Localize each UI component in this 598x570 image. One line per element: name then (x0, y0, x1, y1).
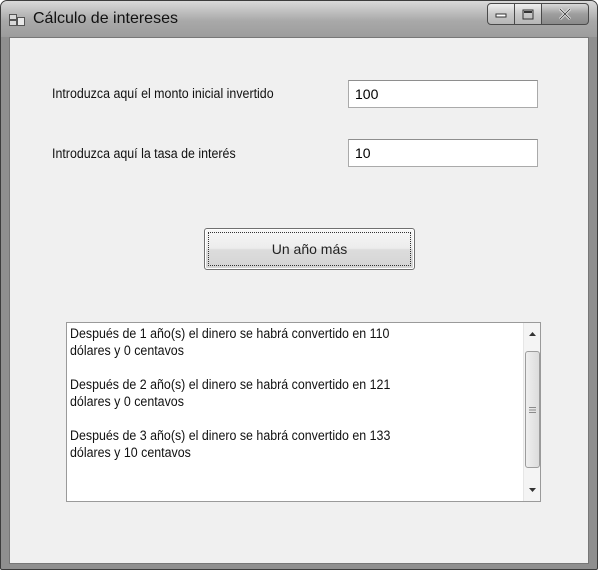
maximize-button[interactable] (515, 3, 542, 25)
list-item[interactable] (70, 359, 475, 376)
form-client-area: Introduzca aquí el monto inicial inverti… (9, 37, 589, 564)
app-window: Cálculo de intereses Introduzca aquí el … (0, 0, 598, 570)
list-item[interactable]: Después de 3 año(s) el dinero se habrá c… (70, 427, 475, 444)
monto-label: Introduzca aquí el monto inicial inverti… (52, 86, 274, 101)
scroll-up-button[interactable] (524, 325, 541, 342)
tasa-input[interactable] (348, 139, 538, 167)
results-listbox[interactable]: Después de 1 año(s) el dinero se habrá c… (66, 322, 541, 502)
form-icon (9, 14, 25, 26)
list-item[interactable]: dólares y 10 centavos (70, 444, 475, 461)
scroll-up-arrow-icon (529, 331, 536, 336)
un-ano-mas-button[interactable]: Un año más (204, 228, 415, 270)
scroll-down-button[interactable] (524, 481, 541, 498)
monto-input[interactable] (348, 80, 538, 108)
minimize-button[interactable] (487, 3, 515, 25)
window-title: Cálculo de intereses (33, 10, 178, 27)
list-item[interactable]: Después de 2 año(s) el dinero se habrá c… (70, 376, 475, 393)
caption-buttons (487, 3, 589, 25)
maximize-icon (522, 9, 534, 19)
list-item[interactable]: dólares y 0 centavos (70, 393, 475, 410)
results-list: Después de 1 año(s) el dinero se habrá c… (70, 325, 510, 461)
minimize-icon (495, 13, 507, 18)
scroll-grip-icon (529, 406, 536, 413)
scroll-thumb[interactable] (525, 351, 540, 468)
vertical-scrollbar[interactable] (523, 323, 540, 501)
title-bar[interactable]: Cálculo de intereses (1, 1, 597, 37)
list-item[interactable]: Después de 1 año(s) el dinero se habrá c… (70, 325, 475, 342)
list-item[interactable]: dólares y 0 centavos (70, 342, 475, 359)
tasa-label: Introduzca aquí la tasa de interés (52, 146, 236, 161)
scroll-down-arrow-icon (529, 487, 536, 492)
un-ano-mas-button-label: Un año más (271, 241, 348, 257)
close-icon (559, 8, 571, 20)
close-button[interactable] (542, 3, 589, 25)
list-item[interactable] (70, 410, 475, 427)
